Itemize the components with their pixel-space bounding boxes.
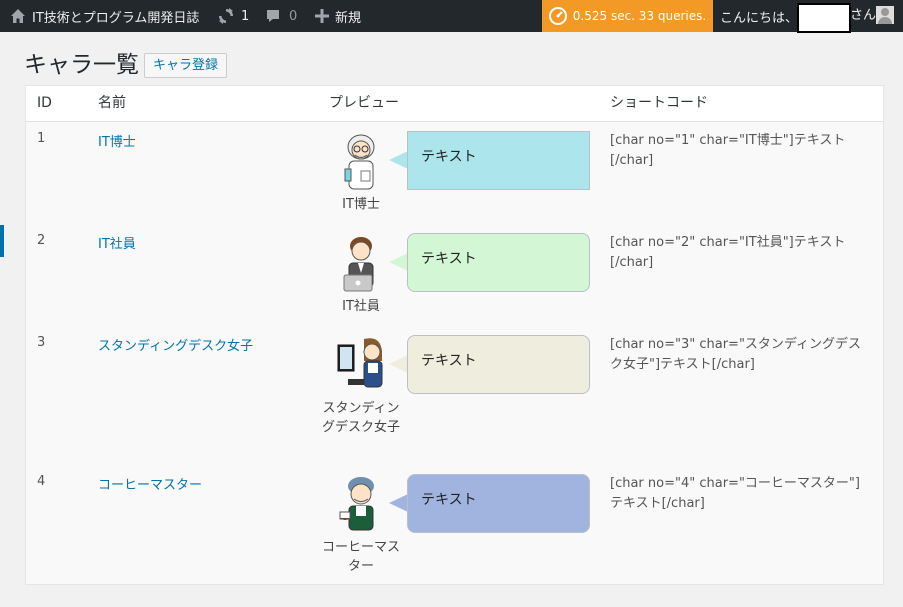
character-name-link[interactable]: スタンディングデスク女子 bbox=[98, 335, 253, 354]
avatar[interactable] bbox=[876, 6, 894, 24]
refresh-icon bbox=[219, 8, 233, 24]
table-header: ID 名前 プレビュー ショートコード bbox=[26, 86, 883, 122]
figure-label: IT社員 bbox=[342, 299, 380, 314]
speech-bubble: テキスト bbox=[407, 233, 590, 292]
shortcode-text: [char no="2" char="IT社員"]テキスト[/char] bbox=[610, 235, 846, 270]
standing-desk-woman-character-icon bbox=[337, 338, 383, 388]
speech-bubble-tail bbox=[389, 494, 408, 512]
speech-bubble-tail bbox=[389, 151, 408, 169]
character-list-table: ID 名前 プレビュー ショートコード 1 IT博士 IT博士 テキスト [ch… bbox=[25, 85, 884, 585]
speech-bubble: テキスト bbox=[407, 474, 590, 533]
shortcode-text: [char no="1" char="IT博士"]テキスト[/char] bbox=[610, 133, 846, 168]
shortcode-text: [char no="4" char="コーヒーマスター"]テキスト[/char] bbox=[610, 476, 860, 511]
character-figure: IT社員 bbox=[322, 233, 400, 316]
page-title: キャラ一覧 bbox=[24, 52, 139, 78]
greeting-text: こんにちは、 bbox=[720, 10, 799, 26]
character-figure: IT博士 bbox=[322, 131, 400, 214]
updates-count: 1 bbox=[241, 8, 250, 24]
row-id: 3 bbox=[37, 335, 46, 350]
figure-label: スタンディングデスク女子 bbox=[322, 401, 401, 435]
redacted-username bbox=[797, 3, 851, 33]
coffee-master-character-icon bbox=[339, 477, 374, 531]
figure-label: コーヒーマスター bbox=[322, 540, 401, 574]
speech-bubble-tail bbox=[389, 355, 408, 373]
add-character-button[interactable]: キャラ登録 bbox=[144, 52, 228, 78]
new-content-label: 新規 bbox=[335, 10, 362, 26]
column-header-id: ID bbox=[37, 95, 52, 111]
row-id: 4 bbox=[37, 474, 46, 489]
gauge-icon bbox=[548, 7, 567, 25]
admin-bar: IT技術とプログラム開発日誌 1 0 新規 0.525 sec. 33 quer… bbox=[0, 0, 903, 33]
admin-bar-my-account[interactable]: こんにちは、 さん bbox=[713, 0, 903, 33]
home-icon bbox=[11, 9, 25, 23]
figure-label: IT博士 bbox=[342, 197, 380, 212]
avatar-head bbox=[881, 8, 889, 16]
admin-bar-new-content[interactable]: 新規 bbox=[315, 0, 361, 32]
character-figure: コーヒーマスター bbox=[322, 474, 400, 576]
page-heading: キャラ一覧 キャラ登録 bbox=[24, 50, 228, 80]
plus-icon bbox=[315, 9, 329, 23]
column-header-name: 名前 bbox=[98, 95, 126, 111]
honorific-text: さん bbox=[850, 8, 877, 23]
admin-bar-updates[interactable]: 1 bbox=[217, 0, 249, 32]
shortcode-text: [char no="3" char="スタンディングデスク女子"]テキスト[/c… bbox=[610, 337, 862, 372]
admin-bar-query-monitor[interactable]: 0.525 sec. 33 queries. bbox=[542, 0, 713, 32]
character-name-link[interactable]: IT社員 bbox=[98, 233, 136, 252]
avatar-body bbox=[878, 17, 892, 24]
speech-bubble-tail bbox=[389, 253, 408, 271]
admin-bar-comments[interactable]: 0 bbox=[265, 0, 297, 32]
admin-bar-site-link[interactable]: IT技術とプログラム開発日誌 bbox=[10, 0, 199, 32]
column-header-preview: プレビュー bbox=[329, 95, 399, 111]
comments-count: 0 bbox=[289, 8, 298, 24]
row-id: 2 bbox=[37, 233, 46, 248]
character-name-link[interactable]: コーヒーマスター bbox=[98, 474, 202, 493]
speech-bubble: テキスト bbox=[407, 335, 590, 394]
doctor-character-icon bbox=[344, 134, 375, 190]
office-worker-character-icon bbox=[343, 237, 374, 292]
comment-icon bbox=[267, 10, 279, 22]
character-name-link[interactable]: IT博士 bbox=[98, 131, 136, 150]
speech-bubble: テキスト bbox=[407, 131, 590, 190]
character-figure: スタンディングデスク女子 bbox=[322, 335, 400, 437]
query-monitor-text: 0.525 sec. 33 queries. bbox=[572, 9, 707, 23]
site-title: IT技術とプログラム開発日誌 bbox=[32, 10, 200, 26]
row-id: 1 bbox=[37, 131, 46, 146]
sidebar-edge-indicator bbox=[0, 225, 4, 257]
column-header-shortcode: ショートコード bbox=[610, 95, 708, 111]
